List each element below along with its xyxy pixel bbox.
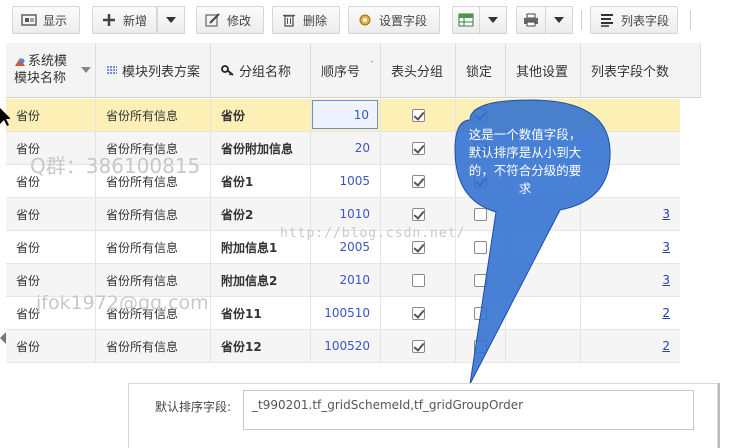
callout-text: 这是一个数值字段，默认排序是从小到大的，不符合分级的要求 [468, 127, 582, 196]
sort-settings-panel: 默认排序字段: _t990201.tf_gridSchemeId,tf_grid… [128, 383, 718, 448]
app-root: 显示 新增 修改 删除 设置字段 列表字段 系统模 模块名称 模块列表方案 分组… [0, 0, 745, 448]
default-sort-field-input[interactable]: _t990201.tf_gridSchemeId,tf_gridGroupOrd… [243, 390, 694, 430]
callout-balloon [454, 99, 611, 385]
default-sort-label: 默认排序字段: [155, 400, 232, 414]
